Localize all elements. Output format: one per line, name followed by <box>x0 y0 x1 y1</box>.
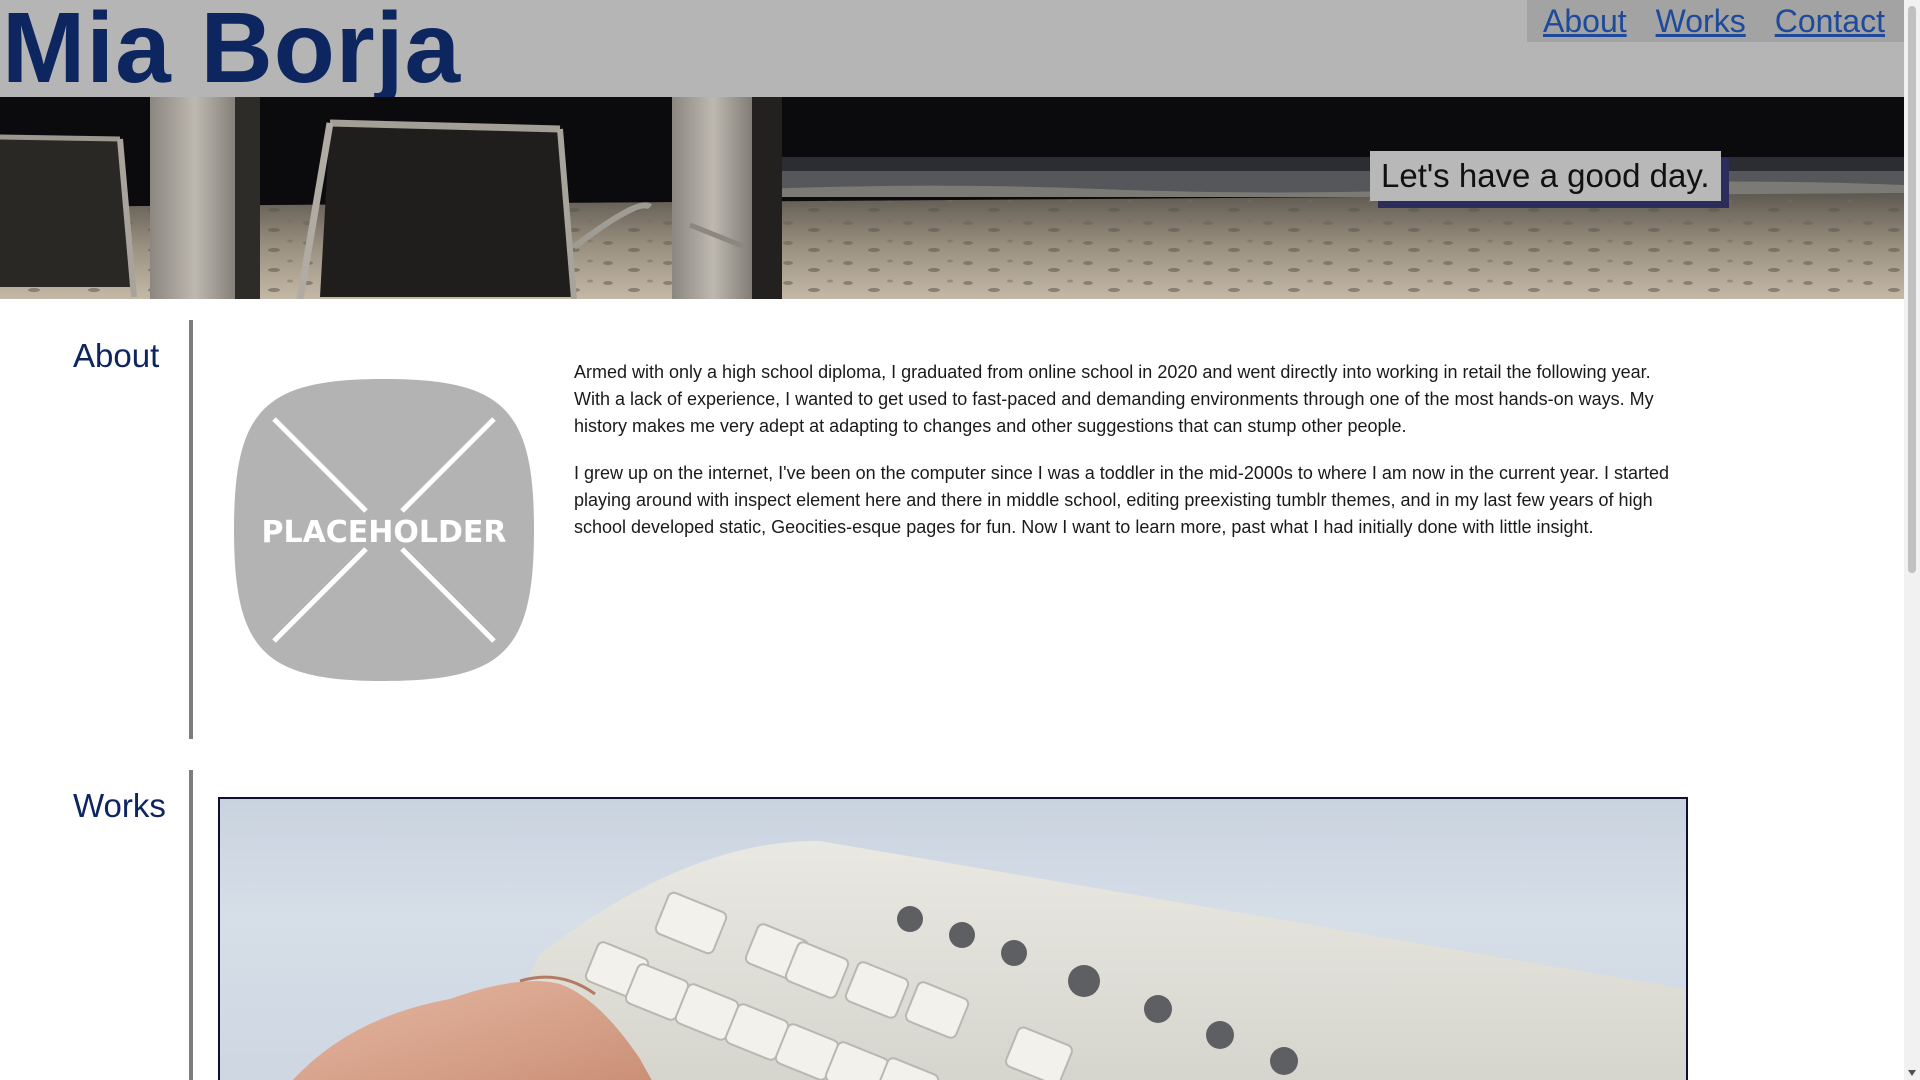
nav-link-about[interactable]: About <box>1543 3 1627 40</box>
about-paragraph-2: I grew up on the internet, I've been on … <box>574 463 1670 537</box>
works-divider <box>189 770 193 1080</box>
scrollbar-thumb[interactable] <box>1908 6 1916 573</box>
site-title: Mia Borja <box>2 0 462 104</box>
page-scrollbar[interactable] <box>1904 0 1920 1080</box>
profile-placeholder-image: PLACEHOLDER <box>234 379 534 681</box>
nav-link-contact[interactable]: Contact <box>1775 3 1885 40</box>
works-heading: Works <box>73 787 166 824</box>
about-heading: About <box>73 337 160 374</box>
site-header: Mia Borja About Works Contact <box>0 0 1904 104</box>
placeholder-text: PLACEHOLDER <box>261 515 506 550</box>
main-nav: About Works Contact <box>1527 0 1904 42</box>
hero-banner: Let's have a good day. <box>0 97 1904 299</box>
works-featured-image[interactable] <box>218 797 1688 1080</box>
about-paragraph-1: Armed with only a high school diploma, I… <box>574 362 1654 436</box>
page: Mia Borja About Works Contact Let's have… <box>0 0 1904 1080</box>
scroll-down-arrow-icon[interactable] <box>1908 1070 1916 1076</box>
nav-link-works[interactable]: Works <box>1656 3 1746 40</box>
about-divider <box>189 320 193 739</box>
tagline: Let's have a good day. <box>1370 151 1721 201</box>
keyboard-photo <box>292 840 1686 1080</box>
